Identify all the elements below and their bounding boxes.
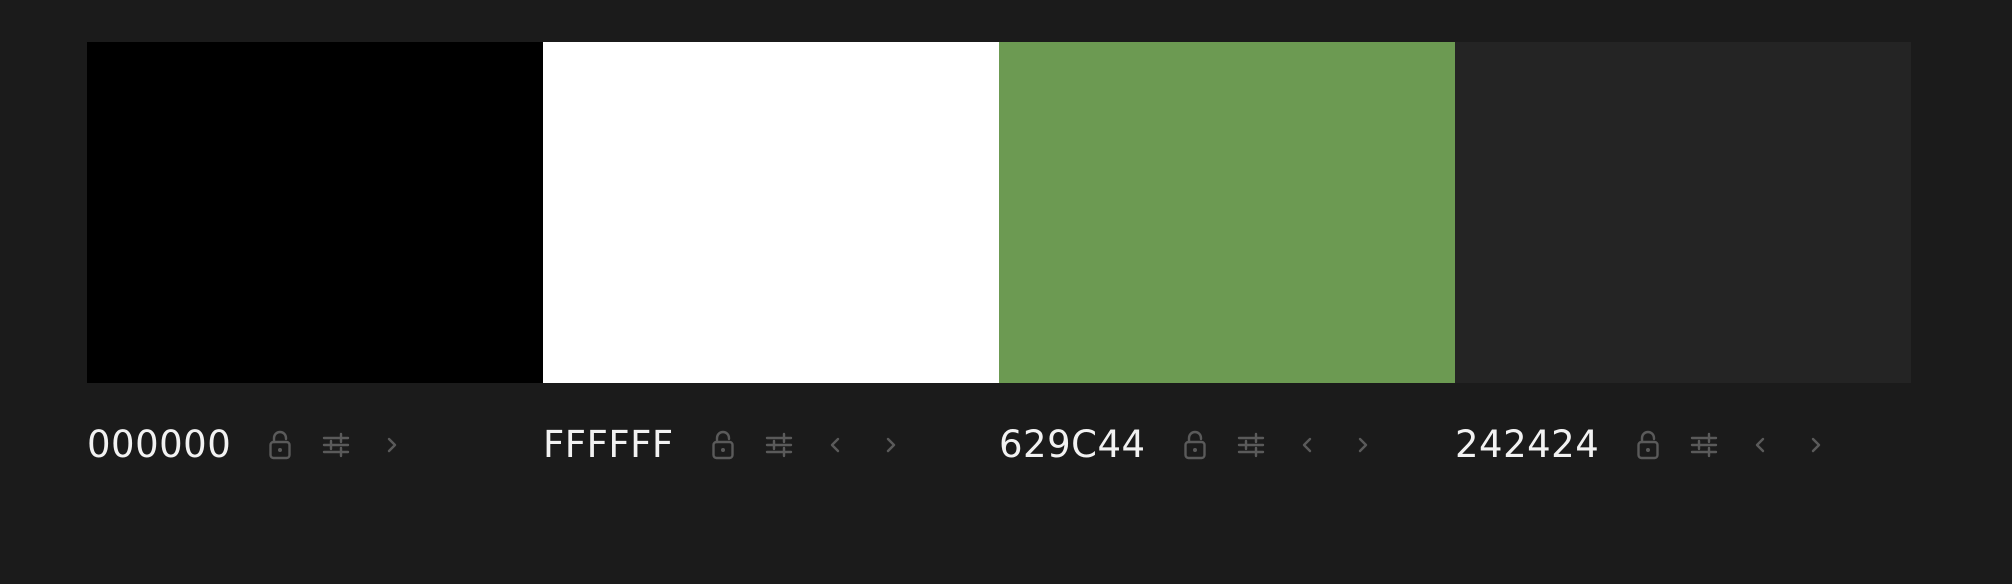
swatch-controls-row: 000000 FFFFFF 629C44 242424 <box>87 420 1911 470</box>
adjust-icon[interactable] <box>1236 430 1266 460</box>
swatch-controls-2: FFFFFF <box>543 420 999 470</box>
lock-icon[interactable] <box>1633 430 1663 460</box>
chevron-right-icon[interactable] <box>876 430 906 460</box>
chevron-left-icon[interactable] <box>820 430 850 460</box>
swatch-controls-4: 242424 <box>1455 420 1911 470</box>
swatch-controls-3: 629C44 <box>999 420 1455 470</box>
chevron-left-icon[interactable] <box>1745 430 1775 460</box>
color-palette <box>87 42 1911 383</box>
color-swatch-1[interactable] <box>87 42 543 383</box>
hex-code[interactable]: 242424 <box>1455 420 1599 470</box>
adjust-icon[interactable] <box>764 430 794 460</box>
lock-icon[interactable] <box>1180 430 1210 460</box>
chevron-right-icon[interactable] <box>377 430 407 460</box>
color-swatch-4[interactable] <box>1455 42 1911 383</box>
hex-code[interactable]: 629C44 <box>999 420 1146 470</box>
hex-code[interactable]: FFFFFF <box>543 420 674 470</box>
chevron-right-icon[interactable] <box>1801 430 1831 460</box>
adjust-icon[interactable] <box>1689 430 1719 460</box>
chevron-left-icon[interactable] <box>1292 430 1322 460</box>
adjust-icon[interactable] <box>321 430 351 460</box>
chevron-right-icon[interactable] <box>1348 430 1378 460</box>
hex-code[interactable]: 000000 <box>87 420 231 470</box>
swatch-controls-1: 000000 <box>87 420 543 470</box>
lock-icon[interactable] <box>265 430 295 460</box>
color-swatch-2[interactable] <box>543 42 999 383</box>
color-swatch-3[interactable] <box>999 42 1455 383</box>
lock-icon[interactable] <box>708 430 738 460</box>
